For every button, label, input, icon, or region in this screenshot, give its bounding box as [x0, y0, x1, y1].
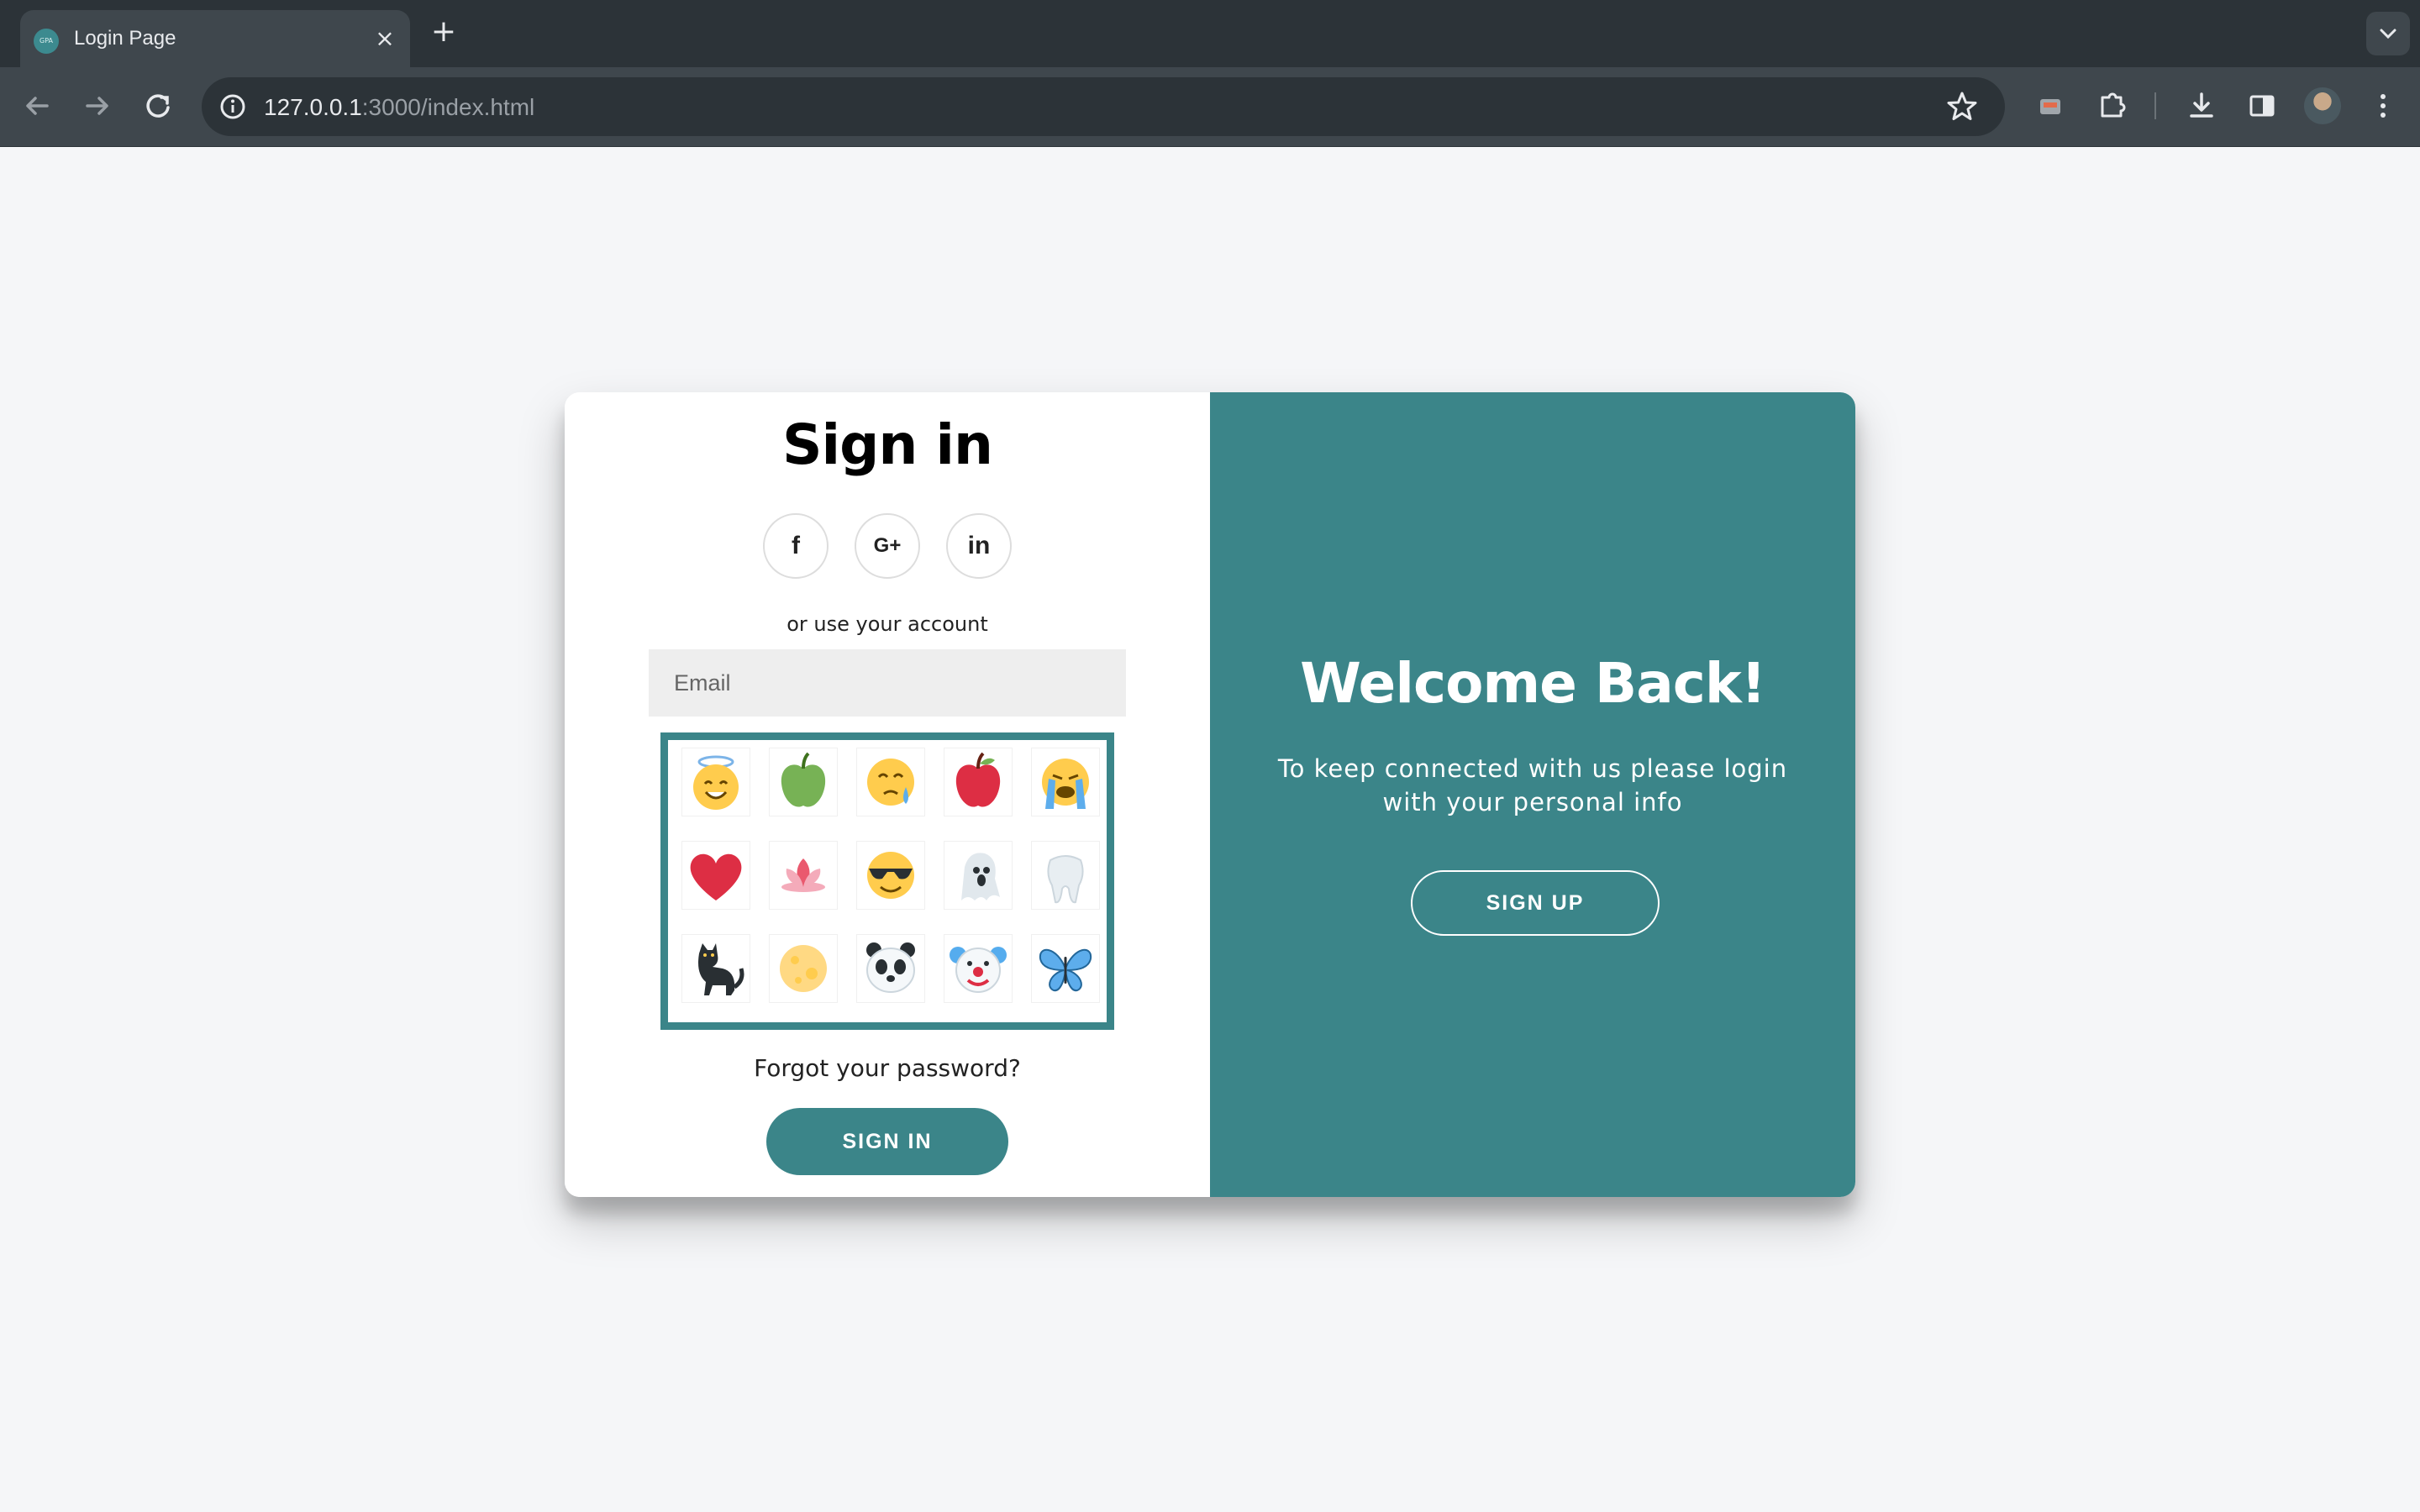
reload-button[interactable]	[138, 86, 178, 126]
signin-panel: Sign in f G+ in or use your account Emai…	[565, 392, 1210, 1197]
forward-button[interactable]	[77, 86, 118, 126]
back-button[interactable]	[17, 86, 57, 126]
bookmark-star-icon[interactable]	[1944, 89, 1980, 124]
panda-icon[interactable]	[857, 935, 924, 1002]
close-tab-icon[interactable]: ×	[370, 24, 400, 54]
arrow-right-icon	[86, 97, 108, 115]
tab-title: Login Page	[74, 27, 176, 50]
clown-face-icon[interactable]	[944, 935, 1012, 1002]
emoji-password-grid	[660, 732, 1114, 1030]
more-vertical-icon	[2381, 94, 2386, 118]
side-panel-button[interactable]	[2242, 86, 2282, 126]
tab-search-button[interactable]	[2366, 12, 2410, 55]
google-plus-button[interactable]: G+	[855, 513, 920, 579]
welcome-panel: Welcome Back! To keep connected with us …	[1210, 392, 1855, 1197]
login-card: Sign in f G+ in or use your account Emai…	[565, 392, 1855, 1197]
address-bar[interactable]: 127.0.0.1:3000/index.html	[202, 77, 2005, 136]
smiling-face-with-sunglasses-icon[interactable]	[857, 842, 924, 909]
arrow-left-icon	[26, 97, 49, 115]
green-apple-icon[interactable]	[770, 748, 837, 816]
tab-strip: GPA Login Page × +	[0, 0, 2420, 67]
downloads-button[interactable]	[2181, 86, 2222, 126]
black-cat-icon[interactable]	[682, 935, 750, 1002]
profile-avatar[interactable]	[2304, 87, 2341, 124]
url-text: 127.0.0.1:3000/index.html	[264, 94, 535, 120]
red-heart-icon[interactable]	[682, 842, 750, 909]
extensions-menu-button[interactable]	[2092, 86, 2133, 126]
signup-button[interactable]: SIGN UP	[1411, 870, 1660, 936]
site-info-icon[interactable]	[217, 91, 249, 123]
browser-menu-button[interactable]	[2363, 86, 2403, 126]
red-apple-icon[interactable]	[944, 748, 1012, 816]
or-use-account-text: or use your account	[786, 612, 988, 636]
welcome-subtitle: To keep connected with us please login w…	[1277, 754, 1788, 816]
facebook-icon: f	[792, 532, 800, 559]
full-moon-icon[interactable]	[770, 935, 837, 1002]
download-icon	[2190, 92, 2213, 118]
chevron-down-icon	[2380, 29, 2396, 39]
google-plus-icon: G+	[873, 534, 902, 557]
facebook-button[interactable]: f	[763, 513, 829, 579]
email-field[interactable]	[649, 649, 1126, 717]
signin-button[interactable]: SIGN IN	[766, 1108, 1008, 1175]
extension-button[interactable]	[2030, 86, 2070, 126]
linkedin-button[interactable]: in	[946, 513, 1012, 579]
reload-icon	[146, 94, 170, 118]
browser-tab[interactable]: GPA Login Page ×	[20, 10, 410, 67]
linkedin-icon: in	[967, 532, 991, 559]
browser-toolbar: 127.0.0.1:3000/index.html	[0, 67, 2420, 147]
favicon-icon: GPA	[34, 29, 59, 54]
extensions-icon	[2101, 92, 2126, 118]
forgot-password-link[interactable]: Forgot your password?	[565, 1054, 1210, 1082]
tooth-icon[interactable]	[1032, 842, 1099, 909]
lotus-icon[interactable]	[770, 842, 837, 909]
loudly-crying-face-icon[interactable]	[1032, 748, 1099, 816]
new-tab-icon[interactable]: +	[427, 15, 460, 49]
welcome-title: Welcome Back!	[1300, 651, 1766, 716]
smiling-face-with-halo-icon[interactable]	[682, 748, 750, 816]
face-holding-back-tears-icon[interactable]	[857, 748, 924, 816]
butterfly-icon[interactable]	[1032, 935, 1099, 1002]
side-panel-icon	[2249, 95, 2275, 117]
toolbar-divider	[2154, 92, 2156, 119]
ghost-icon[interactable]	[944, 842, 1012, 909]
signin-title: Sign in	[782, 412, 993, 477]
puzzle-extension-icon	[2040, 99, 2060, 114]
